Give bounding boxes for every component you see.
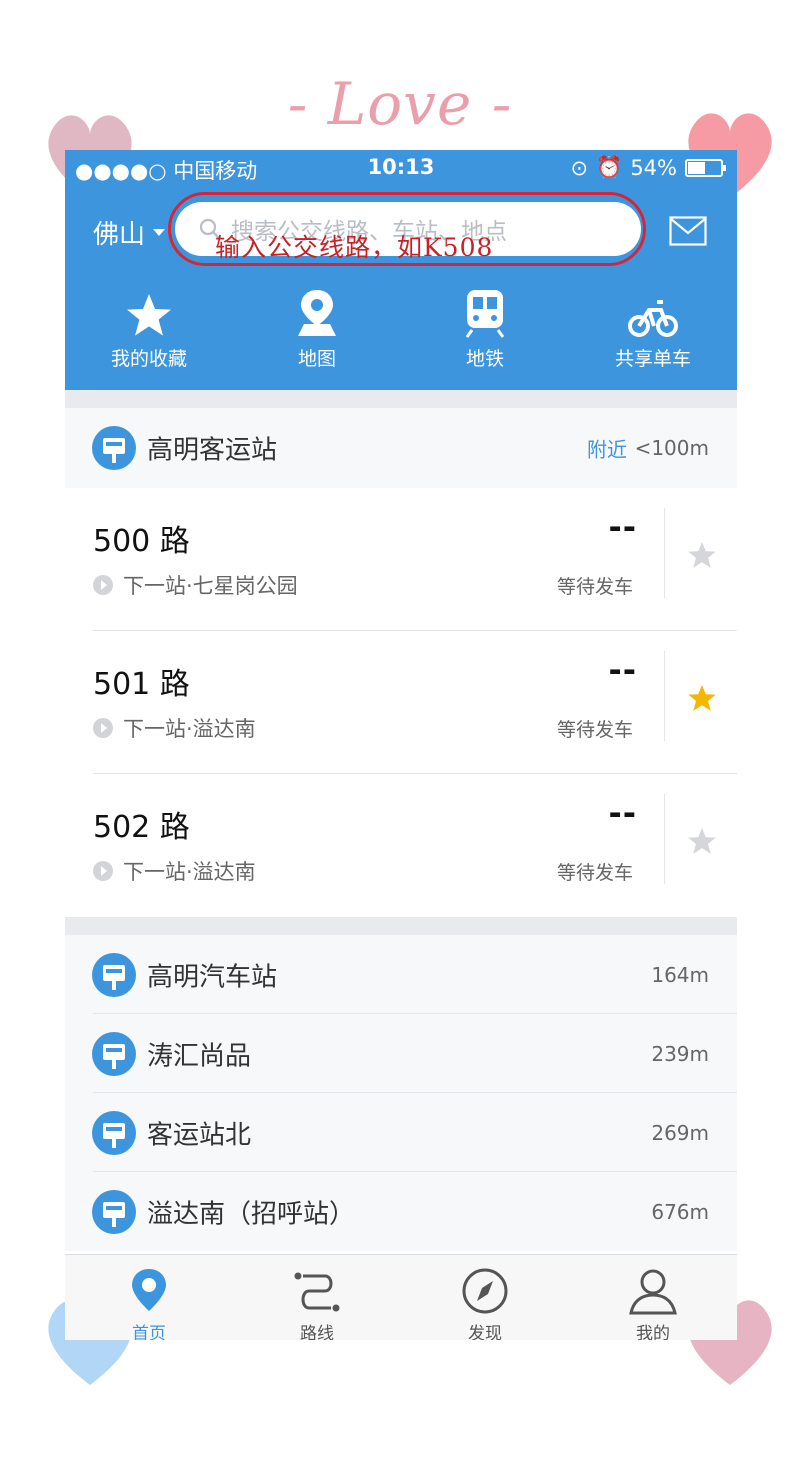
bus-stop-icon: [92, 952, 136, 997]
city-selector[interactable]: 佛山: [93, 214, 166, 251]
station-distance: 239m: [651, 1041, 709, 1066]
tab-discover-label: 发现: [468, 1324, 502, 1340]
route-status: 等待发车: [556, 576, 633, 598]
station-list-item[interactable]: 客运站北 269m: [65, 1093, 737, 1172]
bus-stop-icon: [92, 426, 136, 470]
nav-bike-share[interactable]: 共享单车: [569, 280, 737, 371]
bus-stop-icon: [92, 1110, 136, 1155]
nav-favorites[interactable]: 我的收藏: [65, 280, 233, 371]
status-bar: ●●●●○ 中国移动 10:13 ⊙ ⏰ 54%: [65, 150, 737, 186]
next-stop: 下一站·溢达南: [93, 856, 256, 886]
route-number: 502 路: [93, 810, 190, 845]
battery-icon: [685, 158, 726, 177]
love-decoration-text: - Love -: [287, 70, 513, 138]
station-distance: 164m: [651, 962, 709, 987]
annotation-text: 输入公交线路，如K508: [215, 233, 494, 262]
route-row[interactable]: 500 路 下一站·七星岗公园 -- 等待发车: [65, 488, 737, 631]
next-stop: 下一站·溢达南: [93, 713, 256, 743]
nav-bike-share-label: 共享单车: [614, 348, 691, 370]
eta-value: --: [608, 794, 637, 832]
phone-screen: ●●●●○ 中国移动 10:13 ⊙ ⏰ 54% 佛山 搜索公交线路、车站、地点…: [65, 150, 737, 1340]
tab-discover[interactable]: 发现: [401, 1255, 569, 1340]
station-distance: 676m: [651, 1199, 709, 1224]
chevron-down-icon: [153, 229, 166, 236]
route-icon: [294, 1272, 340, 1312]
quick-nav: 我的收藏 地图 地铁 共享单车: [65, 280, 737, 371]
eta-value: --: [608, 508, 637, 546]
next-stop-label: 下一站·溢达南: [123, 717, 256, 741]
favorite-star-icon[interactable]: [687, 683, 717, 713]
subway-icon: [465, 290, 505, 338]
station-name: 客运站北: [147, 1120, 252, 1150]
divider: [664, 651, 665, 741]
bicycle-icon: [628, 300, 678, 337]
nearest-station-header[interactable]: 高明客运站 附近 <100m: [65, 408, 737, 488]
home-pin-icon: [132, 1269, 166, 1311]
favorite-star-icon[interactable]: [687, 540, 717, 570]
map-pin-icon: [298, 290, 336, 336]
route-row[interactable]: 501 路 下一站·溢达南 -- 等待发车: [65, 631, 737, 774]
nav-map[interactable]: 地图: [233, 280, 401, 371]
station-distance: <100m: [634, 436, 709, 460]
next-stop: 下一站·七星岗公园: [93, 570, 298, 600]
route-number: 500 路: [93, 524, 190, 559]
nearby-link[interactable]: 附近: [587, 434, 627, 463]
nav-map-label: 地图: [297, 348, 336, 370]
alarm-icon: ⏰: [596, 155, 623, 179]
route-row[interactable]: 502 路 下一站·溢达南 -- 等待发车: [65, 774, 737, 917]
bottom-tab-bar: 首页 路线 发现 我的: [65, 1254, 737, 1340]
station-name: 高明客运站: [147, 435, 278, 466]
station-name: 高明汽车站: [147, 962, 278, 992]
eta-value: --: [608, 651, 637, 689]
divider: [664, 508, 665, 598]
route-status: 等待发车: [556, 862, 633, 884]
station-list-item[interactable]: 高明汽车站 164m: [65, 935, 737, 1014]
next-stop-label: 下一站·溢达南: [123, 860, 256, 884]
compass-icon: [462, 1268, 508, 1314]
route-status: 等待发车: [556, 719, 633, 741]
mail-icon[interactable]: [669, 216, 707, 246]
play-circle-icon: [93, 718, 113, 738]
section-divider: [65, 390, 737, 408]
nav-subway-label: 地铁: [465, 348, 504, 370]
station-name: 涛汇尚品: [147, 1041, 252, 1071]
status-right: ⊙ ⏰ 54%: [570, 155, 726, 180]
station-list-item[interactable]: 溢达南（招呼站） 676m: [65, 1172, 737, 1251]
nav-subway[interactable]: 地铁: [401, 280, 569, 371]
star-icon: [127, 294, 171, 336]
app-header: ●●●●○ 中国移动 10:13 ⊙ ⏰ 54% 佛山 搜索公交线路、车站、地点…: [65, 150, 737, 390]
station-list-item[interactable]: 涛汇尚品 239m: [65, 1014, 737, 1093]
station-name: 溢达南（招呼站）: [147, 1199, 356, 1229]
route-number: 501 路: [93, 667, 190, 702]
battery-percent: 54%: [630, 155, 677, 180]
play-circle-icon: [93, 575, 113, 595]
tab-home[interactable]: 首页: [65, 1255, 233, 1340]
tab-me-label: 我的: [636, 1324, 670, 1340]
tab-routes-label: 路线: [300, 1324, 334, 1340]
tab-home-label: 首页: [132, 1324, 166, 1340]
nav-favorites-label: 我的收藏: [110, 348, 187, 370]
bus-stop-icon: [92, 1031, 136, 1076]
bus-stop-icon: [92, 1189, 136, 1234]
divider: [664, 794, 665, 884]
orientation-lock-icon: ⊙: [570, 155, 589, 180]
play-circle-icon: [93, 861, 113, 881]
user-icon: [629, 1269, 677, 1315]
city-label: 佛山: [93, 220, 146, 250]
tab-me[interactable]: 我的: [569, 1255, 737, 1340]
station-distance: 269m: [651, 1120, 709, 1145]
favorite-star-icon[interactable]: [687, 826, 717, 856]
next-stop-label: 下一站·七星岗公园: [123, 574, 298, 598]
section-divider: [65, 917, 737, 935]
tab-routes[interactable]: 路线: [233, 1255, 401, 1340]
